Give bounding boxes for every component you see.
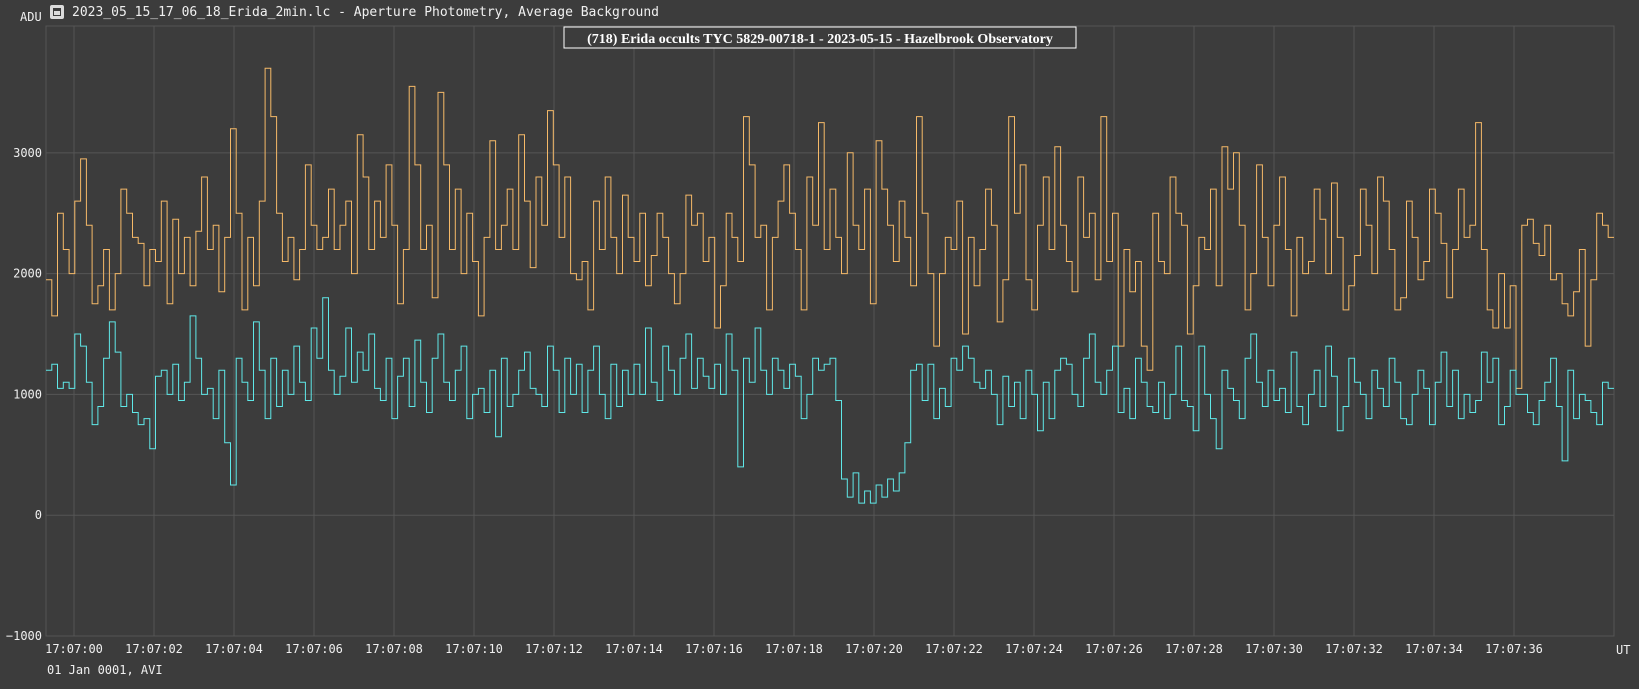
x-tick-label: 17:07:08 [365, 642, 423, 656]
x-tick-label: 17:07:10 [445, 642, 503, 656]
x-tick-label: 17:07:06 [285, 642, 343, 656]
y-tick-label: 0 [35, 508, 42, 522]
grid-lines [45, 25, 1615, 637]
x-tick-label: 17:07:00 [45, 642, 103, 656]
x-tick-label: 17:07:28 [1165, 642, 1223, 656]
x-tick-label: 17:07:24 [1005, 642, 1063, 656]
x-tick-label: 17:07:32 [1325, 642, 1383, 656]
x-tick-label: 17:07:36 [1485, 642, 1543, 656]
y-tick-label: −1000 [6, 629, 42, 643]
plot-frame [45, 25, 1615, 637]
x-tick-label: 17:07:22 [925, 642, 983, 656]
x-tick-label: 17:07:14 [605, 642, 663, 656]
chart-title: (718) Erida occults TYC 5829-00718-1 - 2… [587, 32, 1053, 47]
x-tick-label: 17:07:04 [205, 642, 263, 656]
x-tick-label: 17:07:02 [125, 642, 183, 656]
x-axis-label: UT [1616, 643, 1630, 657]
y-axis-label: ADU [20, 10, 42, 24]
lightcurve-chart[interactable]: 3000 2000 1000 0 −100017:07:00 17:07:02 17:07:… [0, 0, 1639, 689]
x-tick-label: 17:07:16 [685, 642, 743, 656]
y-tick-label: 3000 [13, 146, 42, 160]
x-tick-label: 17:07:30 [1245, 642, 1303, 656]
x-tick-label: 17:07:26 [1085, 642, 1143, 656]
y-tick-label: 2000 [13, 267, 42, 281]
y-tick-label: 1000 [13, 387, 42, 401]
x-tick-label: 17:07:20 [845, 642, 903, 656]
series-layer [46, 67, 1614, 504]
x-tick-label: 17:07:18 [765, 642, 823, 656]
target-star-series-line [46, 297, 1614, 504]
x-tick-label: 17:07:12 [525, 642, 583, 656]
comparison-star-series-line [46, 67, 1614, 389]
footer-date-note: 01 Jan 0001, AVI [47, 663, 163, 677]
x-tick-label: 17:07:34 [1405, 642, 1463, 656]
